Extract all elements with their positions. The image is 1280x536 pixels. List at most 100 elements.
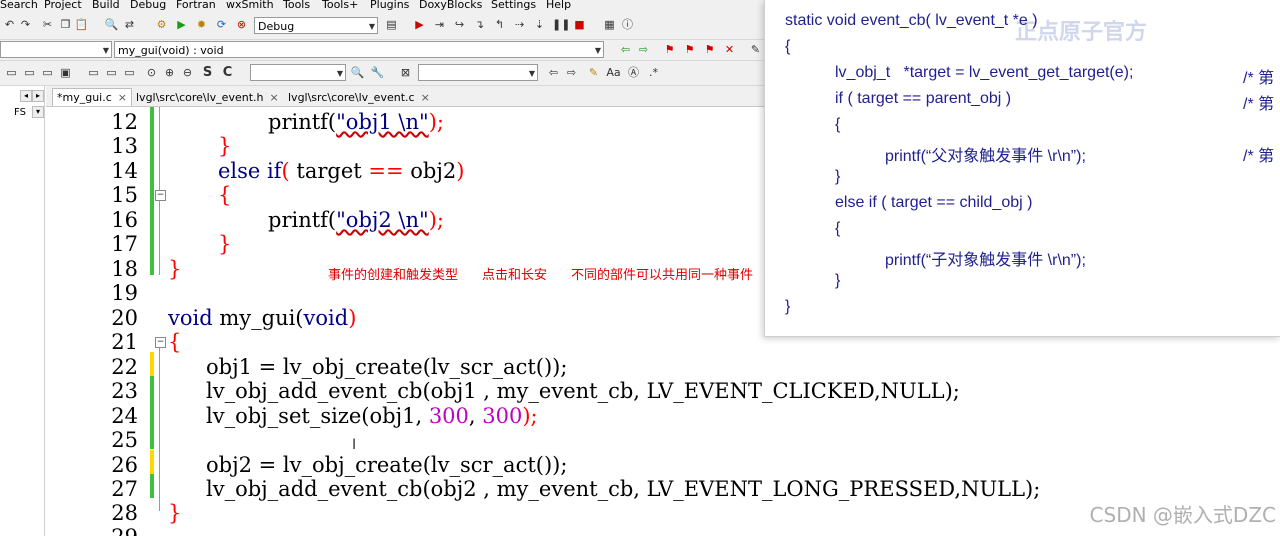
search-text-input-2[interactable]: ▼ <box>418 64 538 81</box>
close-icon[interactable]: × <box>269 91 278 104</box>
menu-build[interactable]: Build <box>92 0 120 10</box>
search-clear-icon[interactable]: ⊠ <box>398 65 413 80</box>
debug-run-icon[interactable]: ▶ <box>412 17 427 32</box>
view-icon-4[interactable]: ▣ <box>58 65 73 80</box>
bookmark-prev-icon[interactable]: ⚑ <box>682 42 697 57</box>
token: printf( <box>268 110 337 134</box>
tab-my-gui-c[interactable]: *my_gui.c × <box>52 88 132 106</box>
toggle-s-icon[interactable]: S <box>200 65 215 80</box>
jump-forward-icon[interactable]: ⇨ <box>636 42 651 57</box>
scope-select[interactable]: ▼ <box>0 41 112 58</box>
build-icon[interactable]: ⚙ <box>154 17 169 32</box>
menu-project[interactable]: Project <box>44 0 82 10</box>
search-icon[interactable]: 🔍 <box>350 65 365 80</box>
close-icon[interactable]: × <box>421 91 430 104</box>
menu-fortran[interactable]: Fortran <box>176 0 216 10</box>
menu-tools-plus[interactable]: Tools+ <box>322 0 358 10</box>
panel-menu-icon[interactable]: ▾ <box>32 106 44 118</box>
find-next-icon[interactable]: ⇨ <box>564 65 579 80</box>
select-icon-1[interactable]: ▭ <box>86 65 101 80</box>
debug-windows-icon[interactable]: ▦ <box>602 17 617 32</box>
replace-icon[interactable]: ⇄ <box>122 17 137 32</box>
search-text-input-1[interactable]: ▼ <box>250 64 346 81</box>
info-icon[interactable]: ⓘ <box>620 17 635 32</box>
run-to-cursor-icon[interactable]: ⇥ <box>432 17 447 32</box>
build-target-value: Debug <box>258 20 295 33</box>
bookmark-next-icon[interactable]: ⚑ <box>702 42 717 57</box>
pause-icon[interactable]: ❚❚ <box>552 17 570 32</box>
undo-icon[interactable]: ↶ <box>2 17 17 32</box>
menu-tools[interactable]: Tools <box>283 0 310 10</box>
line-number: 28 <box>111 501 138 525</box>
step-instruction-icon[interactable]: ⇣ <box>532 17 547 32</box>
token: ) <box>456 159 465 183</box>
paste-icon[interactable]: 📋 <box>74 17 89 32</box>
function-select[interactable]: my_gui(void) : void ▼ <box>114 41 604 58</box>
tab-label: *my_gui.c <box>57 91 112 104</box>
code-text: else if( target == obj2) <box>218 159 464 183</box>
fold-toggle-icon[interactable]: − <box>155 337 166 348</box>
menu-doxyblocks[interactable]: DoxyBlocks <box>419 0 482 10</box>
step-into-icon[interactable]: ↴ <box>472 17 487 32</box>
snippet-line: } <box>835 272 841 289</box>
menu-help[interactable]: Help <box>546 0 571 10</box>
snippet-comment: /* 第 <box>1243 70 1275 87</box>
highlight-pen-icon[interactable]: ✎ <box>586 65 601 80</box>
next-instruction-icon[interactable]: ⇢ <box>512 17 527 32</box>
build-target-select[interactable]: Debug ▼ <box>254 17 378 34</box>
close-icon[interactable]: × <box>118 91 127 104</box>
panel-tab-fs[interactable]: FS <box>14 107 26 118</box>
string-token: "obj2 \n" <box>336 208 429 232</box>
token: obj2 <box>403 159 457 183</box>
toggle-c-icon[interactable]: C <box>220 65 235 80</box>
build-run-icon[interactable]: ✹ <box>194 17 209 32</box>
snippet-line: else if ( target == child_obj ) <box>835 194 1033 211</box>
regex-icon[interactable]: .* <box>646 65 661 80</box>
rebuild-icon[interactable]: ⟳ <box>214 17 229 32</box>
code-text: } <box>218 232 232 256</box>
abort-icon[interactable]: ⊗ <box>234 17 249 32</box>
tab-lv-event-c[interactable]: lvgl\src\core\lv_event.c × <box>284 89 434 106</box>
cut-icon[interactable]: ✂ <box>40 17 55 32</box>
find-prev-icon[interactable]: ⇦ <box>546 65 561 80</box>
menu-debug[interactable]: Debug <box>130 0 166 10</box>
zoom-reset-icon[interactable]: ⊙ <box>144 65 159 80</box>
code-text: } <box>218 134 232 158</box>
step-out-icon[interactable]: ↰ <box>492 17 507 32</box>
panel-next-icon[interactable]: ▸ <box>32 90 44 102</box>
bookmark-clear-icon[interactable]: ✕ <box>722 42 737 57</box>
note-text: 不同的部件可以共用同一种事件 <box>571 268 754 283</box>
snippet-line: } <box>785 298 791 315</box>
tab-label: lvgl\src\core\lv_event.h <box>136 91 264 104</box>
jump-back-icon[interactable]: ⇦ <box>618 42 633 57</box>
menu-plugins[interactable]: Plugins <box>370 0 409 10</box>
menu-wxsmith[interactable]: wxSmith <box>226 0 274 10</box>
stop-icon[interactable]: ■ <box>572 17 587 32</box>
token: == <box>368 159 404 183</box>
bookmark-toggle-icon[interactable]: ⚑ <box>662 42 677 57</box>
next-line-icon[interactable]: ↪ <box>452 17 467 32</box>
view-icon-3[interactable]: ▭ <box>40 65 55 80</box>
find-icon[interactable]: 🔍 <box>104 17 119 32</box>
zoom-in-icon[interactable]: ⊕ <box>162 65 177 80</box>
run-icon[interactable]: ▶ <box>174 17 189 32</box>
select-icon-3[interactable]: ▭ <box>122 65 137 80</box>
line-number: 26 <box>111 453 138 477</box>
snippet-line: printf(“子对象触发事件 \r\n”); <box>885 252 1086 269</box>
menu-settings[interactable]: Settings <box>491 0 536 10</box>
copy-icon[interactable]: ❐ <box>58 17 73 32</box>
target-options-icon[interactable]: ▤ <box>384 17 399 32</box>
zoom-out-icon[interactable]: ⊖ <box>180 65 195 80</box>
search-settings-icon[interactable]: 🔧 <box>370 65 385 80</box>
menu-search[interactable]: Search <box>0 0 38 10</box>
select-icon-2[interactable]: ▭ <box>104 65 119 80</box>
panel-prev-icon[interactable]: ◂ <box>20 90 32 102</box>
tab-lv-event-h[interactable]: lvgl\src\core\lv_event.h × <box>132 89 283 106</box>
fold-toggle-icon[interactable]: − <box>155 190 166 201</box>
view-icon-1[interactable]: ▭ <box>4 65 19 80</box>
view-icon-2[interactable]: ▭ <box>22 65 37 80</box>
redo-icon[interactable]: ↷ <box>18 17 33 32</box>
whole-word-icon[interactable]: Ⓐ <box>626 65 641 80</box>
highlight-icon[interactable]: ✎ <box>748 42 763 57</box>
match-case-icon[interactable]: Aa <box>606 65 621 80</box>
